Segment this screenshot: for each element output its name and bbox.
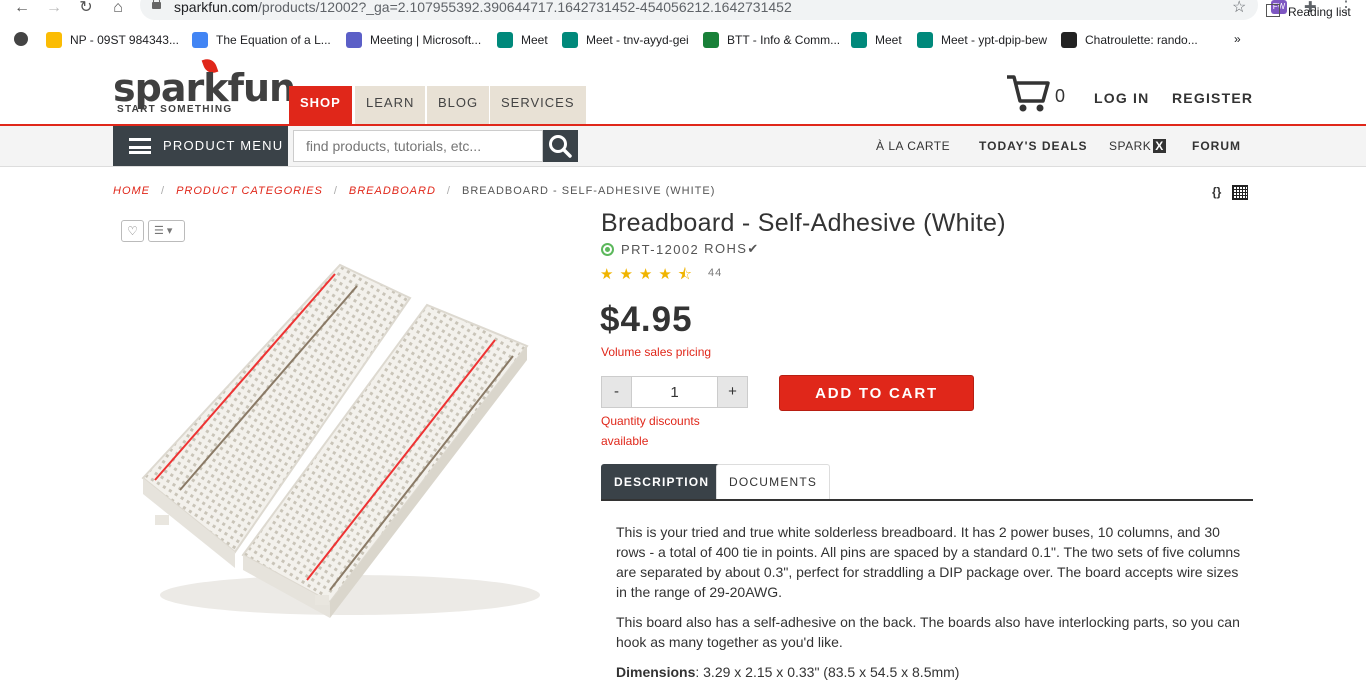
search-icon (549, 135, 572, 158)
reload-icon[interactable]: ↻ (76, 0, 96, 16)
bookmark-item[interactable]: Meet - ypt-dpip-bew (917, 32, 1047, 48)
review-count[interactable]: 44 (708, 267, 722, 279)
add-to-cart-button[interactable]: ADD TO CART (779, 375, 974, 411)
sparkx-link[interactable]: SPARK X (1109, 139, 1166, 153)
product-image-breadboard[interactable] (135, 250, 565, 630)
code-braces-icon[interactable]: {} (1212, 185, 1221, 199)
tab-documents[interactable]: DOCUMENTS (716, 464, 831, 499)
bookmark-label: Meet (875, 33, 902, 47)
description-paragraph: This board also has a self-adhesive on t… (616, 614, 1240, 650)
nav-tab-shop[interactable]: SHOP (289, 86, 352, 124)
quantity-increase-button[interactable]: + (717, 376, 748, 408)
bookmark-label: NP - 09ST 984343... (70, 33, 179, 47)
url-text[interactable]: sparkfun.com/products/12002?_ga=2.107955… (174, 0, 792, 15)
search-button[interactable] (543, 130, 578, 162)
rohs-badge[interactable]: ROHS✔ (704, 241, 759, 257)
nav-tab-learn[interactable]: LEARN (355, 86, 426, 124)
quantity-discounts-link[interactable]: Quantity discounts available (601, 411, 721, 451)
cart-count[interactable]: 0 (1055, 86, 1066, 107)
bookmark-item[interactable]: BTT - Info & Comm... (703, 32, 840, 48)
bookmark-favicon-icon (46, 32, 62, 48)
bookmark-item[interactable]: Meet (497, 32, 548, 48)
bookmark-label: Chatroulette: rando... (1085, 33, 1198, 47)
breadcrumb-home[interactable]: HOME (113, 185, 150, 197)
breadcrumb: HOME / PRODUCT CATEGORIES / BREADBOARD / BREAD… (113, 185, 716, 197)
bookmark-label: Meeting | Microsoft... (370, 33, 482, 47)
globe-icon[interactable] (14, 32, 28, 46)
reading-list[interactable]: Reading list (1266, 4, 1351, 19)
bookmark-favicon-icon (703, 32, 719, 48)
bookmark-favicon-icon (1061, 32, 1077, 48)
rating-stars-icon[interactable]: ★★★★⯪ (600, 264, 698, 289)
sparkfun-logo[interactable]: sparkfun START SOMETHING (113, 68, 296, 115)
nav-tab-blog[interactable]: BLOG (427, 86, 490, 124)
bookmark-favicon-icon (851, 32, 867, 48)
bookmark-label: Meet - tnv-ayyd-gei (586, 33, 689, 47)
product-title: Breadboard - Self-Adhesive (White) (601, 209, 1006, 237)
login-link[interactable]: LOG IN (1094, 90, 1149, 106)
bookmark-favicon-icon (917, 32, 933, 48)
add-to-list-button[interactable]: ☰ ▾ (148, 220, 185, 242)
dimensions-line: Dimensions: 3.29 x 2.15 x 0.33" (83.5 x … (616, 664, 960, 680)
product-description: This is your tried and true white solder… (616, 522, 1241, 692)
table-grid-icon[interactable] (1232, 185, 1248, 200)
quantity-decrease-button[interactable]: - (601, 376, 632, 408)
bookmark-favicon-icon (346, 32, 362, 48)
bookmark-item[interactable]: Meet - tnv-ayyd-gei (562, 32, 689, 48)
bookmark-label: BTT - Info & Comm... (727, 33, 841, 47)
bookmark-favicon-icon (562, 32, 578, 48)
bookmark-item[interactable]: The Equation of a L... (192, 32, 331, 48)
wishlist-heart-button[interactable]: ♡ (121, 220, 144, 242)
bookmark-favicon-icon (192, 32, 208, 48)
lock-icon[interactable] (152, 0, 161, 11)
bookmark-item[interactable]: Meet (851, 32, 902, 48)
bookmarks-overflow-icon[interactable]: » (1234, 32, 1241, 46)
heart-icon: ♡ (127, 224, 138, 238)
quantity-input[interactable] (632, 376, 717, 408)
cart-icon[interactable] (1005, 73, 1051, 113)
in-stock-indicator-icon (601, 242, 614, 256)
description-paragraph: This is your tried and true white solder… (616, 524, 1241, 600)
breadcrumb-breadboard[interactable]: BREADBOARD (349, 185, 436, 197)
nav-tab-services[interactable]: SERVICES (490, 86, 586, 124)
list-icon: ☰ ▾ (154, 225, 173, 237)
price: $4.95 (600, 300, 693, 339)
breadcrumb-current: BREADBOARD - SELF-ADHESIVE (WHITE) (461, 185, 716, 197)
sku-line: PRT-12002 ROHS✔ (601, 241, 760, 257)
home-icon[interactable]: ⌂ (108, 0, 128, 16)
search-input[interactable] (293, 130, 543, 162)
breadcrumb-product-categories[interactable]: PRODUCT CATEGORIES (176, 185, 323, 197)
sku: PRT-12002 (621, 241, 700, 257)
bookmark-label: Meet - ypt-dpip-bew (941, 33, 1048, 47)
tab-description[interactable]: DESCRIPTION (601, 464, 723, 499)
volume-pricing-link[interactable]: Volume sales pricing (601, 345, 711, 359)
a-la-carte-link[interactable]: À LA CARTE (876, 139, 950, 153)
todays-deals-link[interactable]: TODAY'S DEALS (979, 139, 1088, 153)
bookmark-label: Meet (521, 33, 548, 47)
bookmark-item[interactable]: NP - 09ST 984343... (46, 32, 179, 48)
bookmark-favicon-icon (497, 32, 513, 48)
forward-icon[interactable]: → (44, 0, 64, 16)
bookmarks-bar: NP - 09ST 984343... The Equation of a L..… (0, 28, 1366, 52)
register-link[interactable]: REGISTER (1172, 90, 1253, 106)
forum-link[interactable]: FORUM (1192, 139, 1241, 153)
hamburger-icon (129, 138, 151, 154)
bookmark-star-icon[interactable]: ☆ (1232, 0, 1246, 17)
bookmark-item[interactable]: Chatroulette: rando... (1061, 32, 1198, 48)
bookmark-item[interactable]: Meeting | Microsoft... (346, 32, 481, 48)
back-icon[interactable]: ← (12, 0, 32, 16)
product-tabs: DESCRIPTION DOCUMENTS (601, 464, 1253, 501)
bookmark-label: The Equation of a L... (216, 33, 331, 47)
product-menu-button[interactable]: PRODUCT MENU (113, 126, 288, 166)
